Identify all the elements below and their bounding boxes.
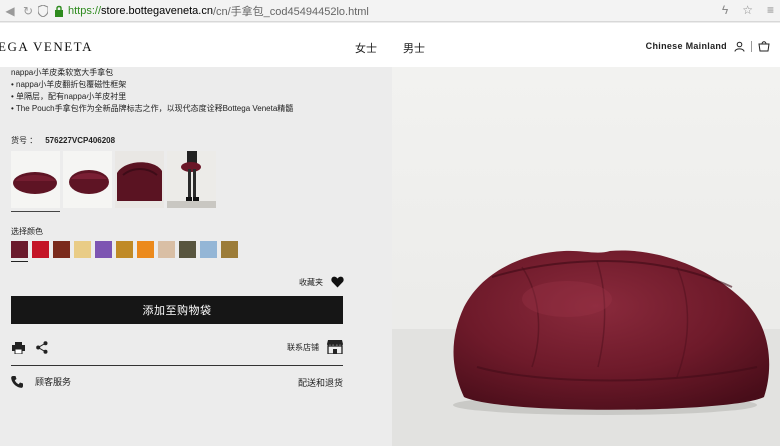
product-hero-image <box>392 67 780 446</box>
sku-label: 货号 ： <box>11 136 38 145</box>
store-icon[interactable] <box>327 340 343 354</box>
shipping-returns-link[interactable]: 配送和退货 <box>298 376 343 389</box>
user-icon[interactable] <box>733 40 745 52</box>
product-description: nappa小羊皮柔软宽大手拿包 • nappa小羊皮翻折包覆磁性框架 • 单隔层… <box>11 67 293 115</box>
reload-icon[interactable]: ↻ <box>20 3 36 19</box>
flash-icon[interactable]: ϟ <box>722 3 728 17</box>
address-bar[interactable]: https://store.bottegaveneta.cn/cn/手拿包_co… <box>38 2 758 20</box>
thumbnail-detail[interactable] <box>115 151 164 208</box>
heart-icon[interactable] <box>331 276 344 288</box>
thumbnail-front[interactable] <box>11 151 60 208</box>
description-line: • nappa小羊皮翻折包覆磁性框架 <box>11 80 127 89</box>
service-row: 顾客服务 配送和退货 <box>11 375 343 391</box>
back-arrow-icon[interactable]: ◀ <box>2 3 18 19</box>
color-swatch[interactable] <box>158 241 175 258</box>
star-icon[interactable]: ☆ <box>742 3 753 17</box>
color-swatch[interactable] <box>53 241 70 258</box>
color-swatch[interactable] <box>179 241 196 258</box>
store-label[interactable]: 联系店铺 <box>287 342 319 353</box>
color-swatch[interactable] <box>116 241 133 258</box>
add-to-bag-button[interactable]: 添加至购物袋 <box>11 296 343 324</box>
url-host: store.bottegaveneta.cn <box>101 5 213 17</box>
description-line: nappa小羊皮柔软宽大手拿包 <box>11 68 114 77</box>
thumbnail-strip <box>11 151 216 208</box>
thumbnail-active-indicator <box>11 211 60 212</box>
region-selector[interactable]: Chinese Mainland <box>646 41 727 51</box>
url-path: /cn/手拿包_cod45494452lo.html <box>212 6 369 18</box>
section-divider <box>11 365 343 366</box>
color-label: 选择颜色 <box>11 227 43 236</box>
sku-value: 576227VCP406208 <box>45 136 116 145</box>
thumbnail-model[interactable] <box>167 151 216 208</box>
product-info-panel: nappa小羊皮柔软宽大手拿包 • nappa小羊皮翻折包覆磁性框架 • 单隔层… <box>0 67 392 446</box>
header-divider <box>751 40 752 52</box>
url-scheme: https:// <box>68 5 102 17</box>
phone-icon[interactable] <box>11 375 23 388</box>
thumbnail-side[interactable] <box>63 151 112 208</box>
shopping-bag-icon[interactable] <box>758 40 770 52</box>
description-line: • The Pouch手拿包作为全新品牌标志之作，以现代态度诠释Bottega … <box>11 104 294 113</box>
color-swatch[interactable] <box>74 241 91 258</box>
customer-service-label[interactable]: 顾客服务 <box>35 375 71 388</box>
color-swatch[interactable] <box>11 241 28 262</box>
favorite-label[interactable]: 收藏夹 <box>299 277 323 288</box>
brand-logo[interactable]: EGA VENETA <box>0 39 93 55</box>
browser-toolbar: ◀ ↻ https://store.bottegaveneta.cn/cn/手拿… <box>0 0 780 22</box>
nav-men[interactable]: 男士 <box>403 40 425 56</box>
customer-service-link[interactable]: 顾客服务 <box>11 375 71 388</box>
contact-store-link[interactable]: 联系店铺 <box>287 340 343 354</box>
favorite-row[interactable]: 收藏夹 <box>299 276 344 288</box>
sku-line: 货号 ： 576227VCP406208 <box>11 135 115 146</box>
color-swatch[interactable] <box>200 241 217 258</box>
tools-row: 联系店铺 <box>11 340 343 356</box>
menu-icon[interactable]: ≡ <box>767 3 774 17</box>
description-line: • 单隔层，配有nappa小羊皮衬里 <box>11 92 127 101</box>
lock-icon <box>55 5 63 17</box>
color-swatch[interactable] <box>95 241 112 258</box>
main-nav: 女士 男士 <box>355 40 425 56</box>
print-icon[interactable] <box>12 342 25 354</box>
nav-women[interactable]: 女士 <box>355 40 377 56</box>
color-swatches <box>11 241 238 262</box>
shield-icon <box>38 5 48 17</box>
color-swatch[interactable] <box>32 241 49 258</box>
color-swatch[interactable] <box>137 241 154 258</box>
color-swatch[interactable] <box>221 241 238 258</box>
share-icon[interactable] <box>36 341 48 354</box>
site-header: EGA VENETA 女士 男士 Chinese Mainland <box>0 23 780 67</box>
